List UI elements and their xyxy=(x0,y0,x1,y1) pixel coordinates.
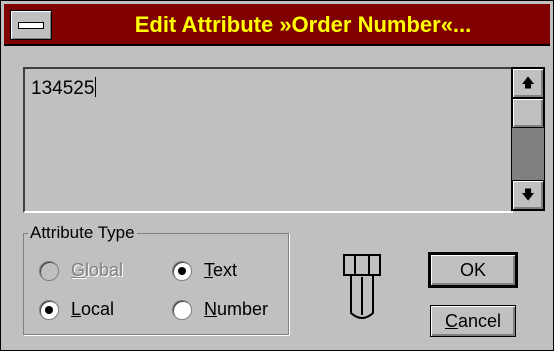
scroll-thumb[interactable] xyxy=(512,98,544,128)
vertical-scrollbar[interactable]: 🡅 🡇 xyxy=(511,67,545,211)
radio-text[interactable]: Text xyxy=(172,260,237,281)
system-menu-bar xyxy=(18,22,44,29)
attribute-type-legend: Attribute Type xyxy=(30,223,135,242)
radio-circle-checked xyxy=(172,260,192,281)
radio-number-label: Number xyxy=(204,299,269,319)
ok-button[interactable]: OK xyxy=(428,252,518,288)
attribute-value-textarea[interactable]: 134525 xyxy=(23,67,513,213)
bolt-icon xyxy=(341,253,383,323)
title-bar[interactable]: Edit Attribute »Order Number«... xyxy=(4,4,550,46)
radio-circle-checked xyxy=(39,299,59,320)
edit-attribute-dialog: Edit Attribute »Order Number«... 134525 … xyxy=(0,0,554,351)
radio-global[interactable]: Global xyxy=(39,260,123,281)
system-menu-icon[interactable] xyxy=(10,10,52,40)
arrow-down-icon: 🡇 xyxy=(521,187,535,202)
scroll-up-button[interactable]: 🡅 xyxy=(512,68,544,98)
dialog-title: Edit Attribute »Order Number«... xyxy=(134,12,472,37)
arrow-up-icon: 🡅 xyxy=(521,75,535,90)
radio-global-label: Global xyxy=(71,260,124,280)
radio-circle xyxy=(172,299,192,320)
radio-local-label: Local xyxy=(71,299,115,319)
radio-text-label: Text xyxy=(204,260,238,280)
attribute-value-text: 134525 xyxy=(31,77,97,99)
radio-number[interactable]: Number xyxy=(172,299,268,320)
radio-local[interactable]: Local xyxy=(39,299,114,320)
radio-circle xyxy=(39,260,59,281)
scroll-down-button[interactable]: 🡇 xyxy=(512,180,544,210)
cancel-button[interactable]: Cancel xyxy=(430,305,516,337)
text-caret xyxy=(95,77,97,97)
